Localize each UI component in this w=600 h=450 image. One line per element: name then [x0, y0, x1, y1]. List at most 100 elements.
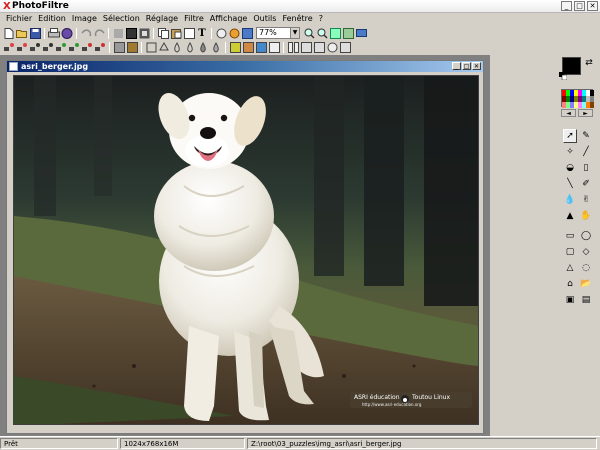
open-shape-icon[interactable]: 📂: [579, 277, 593, 291]
menu-affichage[interactable]: Affichage: [207, 13, 251, 25]
dog-photo: ASRI éducation Toutou Linux http://www.a…: [14, 76, 478, 424]
diamond-selection-icon[interactable]: ◇: [579, 245, 593, 259]
grayscale-icon[interactable]: [113, 41, 125, 53]
spray-can-icon[interactable]: ▯: [579, 161, 593, 175]
contrast-down-icon[interactable]: [42, 41, 54, 53]
print-icon[interactable]: [48, 27, 60, 39]
hand-scroll-icon[interactable]: ✋: [579, 209, 593, 223]
paste-icon[interactable]: [170, 27, 182, 39]
gradient-icon[interactable]: [229, 41, 241, 53]
actual-size-icon[interactable]: [329, 27, 341, 39]
paste-new-icon[interactable]: [183, 27, 195, 39]
palette-next-button[interactable]: ►: [578, 109, 593, 117]
minimize-button[interactable]: _: [561, 1, 572, 11]
antialias-icon[interactable]: [145, 41, 157, 53]
gamma-up-icon[interactable]: [81, 41, 93, 53]
document-maximize-button[interactable]: □: [462, 62, 471, 70]
frame-icon[interactable]: [255, 41, 267, 53]
line-tool-icon[interactable]: ╱: [579, 145, 593, 159]
image-mode-icon[interactable]: [125, 27, 137, 39]
undo-icon[interactable]: [80, 27, 92, 39]
menu-selection[interactable]: Sélection: [100, 13, 143, 25]
brightness-down-icon[interactable]: [16, 41, 28, 53]
zoom-value: 77%: [259, 28, 277, 37]
selection-mode-b-icon[interactable]: ▤: [579, 293, 593, 307]
gamma-down-icon[interactable]: [94, 41, 106, 53]
rotate-icon[interactable]: [313, 41, 325, 53]
palette-prev-button[interactable]: ◄: [561, 109, 576, 117]
color-picker-icon[interactable]: ✎: [579, 129, 593, 143]
selection-arrow-icon[interactable]: ➚: [563, 129, 577, 143]
resize-icon[interactable]: [326, 41, 338, 53]
zoom-select[interactable]: 77% ▼: [256, 27, 300, 39]
document-title-bar[interactable]: asri_berger.jpg _ □ ✕: [7, 61, 483, 72]
saturation-down-icon[interactable]: [68, 41, 80, 53]
rounded-rectangle-icon[interactable]: ▢: [563, 245, 577, 259]
maximize-button[interactable]: □: [574, 1, 585, 11]
clone-stamp-icon[interactable]: ▲: [563, 209, 577, 223]
magic-wand-icon[interactable]: ✧: [563, 145, 577, 159]
swap-colors-icon[interactable]: ⇄: [582, 56, 596, 70]
paint-bucket-icon[interactable]: ◒: [563, 161, 577, 175]
toolbar-separator: [76, 27, 77, 39]
explorer-icon[interactable]: [241, 27, 253, 39]
smudge-finger-icon[interactable]: ✌: [579, 193, 593, 207]
zoom-out-icon[interactable]: [316, 27, 328, 39]
menu-fenetre[interactable]: Fenêtre: [279, 13, 315, 25]
ellipse-selection-icon[interactable]: ◯: [579, 229, 593, 243]
status-dimensions: 1024x768x16M: [120, 438, 245, 449]
rectangle-selection-icon[interactable]: ▭: [563, 229, 577, 243]
zoom-in-icon[interactable]: [303, 27, 315, 39]
brightness-up-icon[interactable]: [3, 41, 15, 53]
layer-icon[interactable]: [138, 27, 150, 39]
redo-icon[interactable]: [93, 27, 105, 39]
triangle-selection-icon[interactable]: △: [563, 261, 577, 275]
flip-horizontal-icon[interactable]: [287, 41, 299, 53]
menu-fichier[interactable]: Fichier: [3, 13, 35, 25]
document-minimize-button[interactable]: _: [452, 62, 461, 70]
blur-icon[interactable]: [158, 41, 170, 53]
filter-toolbar: [0, 40, 440, 54]
menu-reglage[interactable]: Réglage: [143, 13, 181, 25]
scanner-icon[interactable]: [61, 27, 73, 39]
brush-icon[interactable]: ╲: [563, 177, 577, 191]
selection-mode-a-icon[interactable]: ▣: [563, 293, 577, 307]
menu-help[interactable]: ?: [316, 13, 326, 25]
noise-icon[interactable]: [210, 41, 222, 53]
save-icon[interactable]: [29, 27, 41, 39]
text-icon[interactable]: T: [196, 27, 208, 39]
effects-icon[interactable]: [215, 27, 227, 39]
color-palette[interactable]: [561, 89, 594, 108]
texture-icon[interactable]: [242, 41, 254, 53]
crop-icon[interactable]: [112, 27, 124, 39]
copy-icon[interactable]: [157, 27, 169, 39]
close-button[interactable]: ✕: [587, 1, 598, 11]
canvas-size-icon[interactable]: [339, 41, 351, 53]
sepia-icon[interactable]: [126, 41, 138, 53]
emboss-icon[interactable]: [197, 41, 209, 53]
document-close-button[interactable]: ✕: [472, 62, 481, 70]
transparency-icon[interactable]: [268, 41, 280, 53]
contrast-up-icon[interactable]: [29, 41, 41, 53]
saturation-up-icon[interactable]: [55, 41, 67, 53]
flip-vertical-icon[interactable]: [300, 41, 312, 53]
image-canvas[interactable]: ASRI éducation Toutou Linux http://www.a…: [13, 75, 479, 425]
menu-filtre[interactable]: Filtre: [181, 13, 207, 25]
fit-window-icon[interactable]: [342, 27, 354, 39]
fullscreen-icon[interactable]: [355, 27, 367, 39]
plugin-icon[interactable]: [228, 27, 240, 39]
palette-swatch[interactable]: [590, 102, 594, 108]
advanced-brush-icon[interactable]: ✐: [579, 177, 593, 191]
chevron-down-icon[interactable]: ▼: [290, 28, 299, 38]
soften-icon[interactable]: [184, 41, 196, 53]
lasso-icon[interactable]: ◌: [579, 261, 593, 275]
sharpen-icon[interactable]: [171, 41, 183, 53]
menu-edition[interactable]: Edition: [35, 13, 69, 25]
menu-outils[interactable]: Outils: [250, 13, 279, 25]
open-folder-icon[interactable]: [16, 27, 28, 39]
menu-image[interactable]: Image: [69, 13, 100, 25]
new-file-icon[interactable]: [3, 27, 15, 39]
blur-drop-icon[interactable]: 💧: [563, 193, 577, 207]
polygon-lasso-icon[interactable]: ⌂: [563, 277, 577, 291]
reset-colors-icon[interactable]: [559, 72, 567, 80]
